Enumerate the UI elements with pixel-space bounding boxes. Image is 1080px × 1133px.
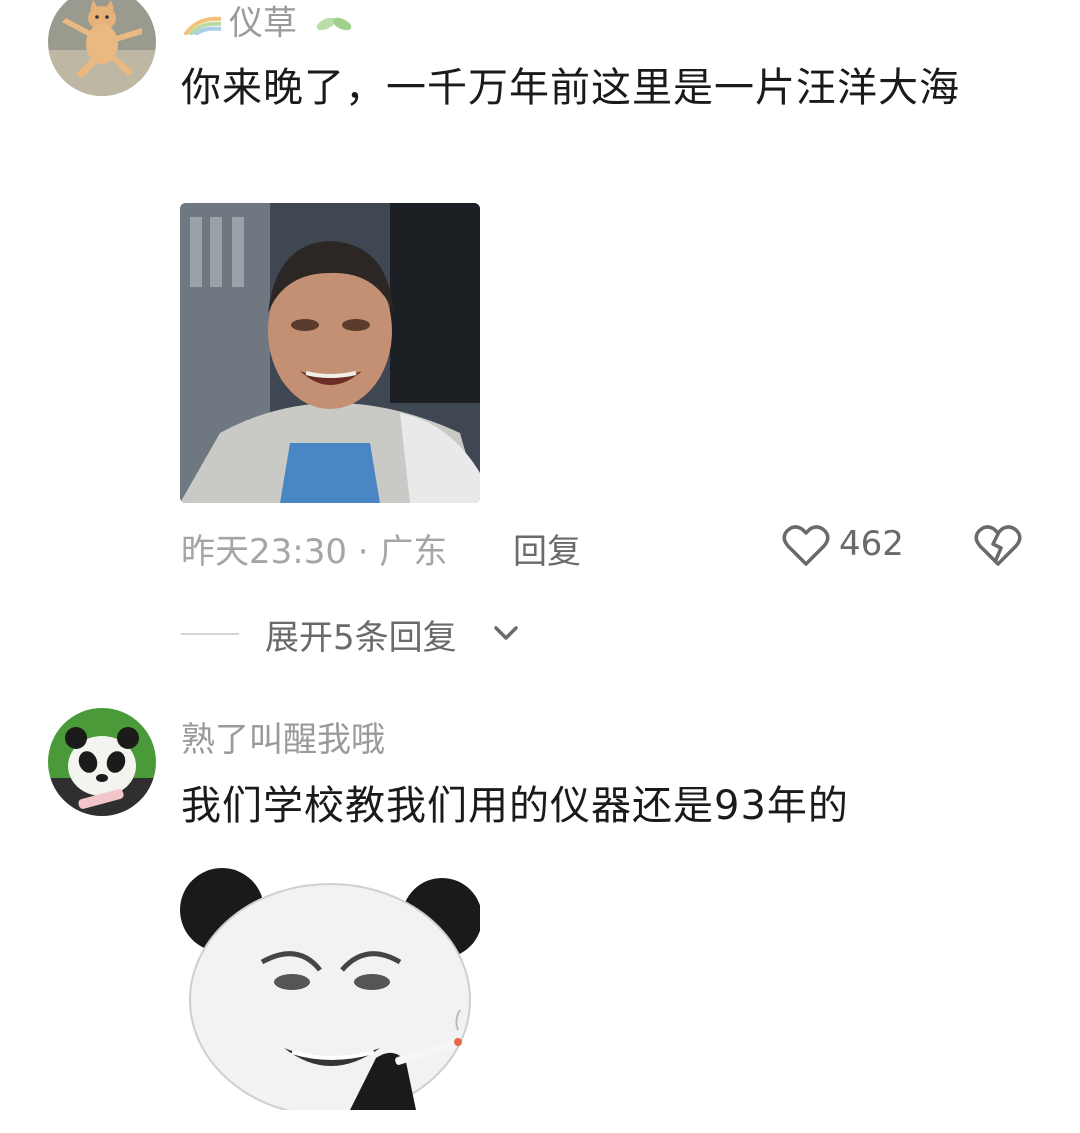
cat-avatar-icon: [48, 0, 156, 96]
comment-text: 你来晚了，一千万年前这里是一片汪洋大海: [181, 65, 960, 111]
expand-replies[interactable]: 展开5条回复: [181, 610, 681, 658]
reply-button[interactable]: 回复: [513, 524, 581, 573]
panda-face-sticker: [180, 852, 480, 1110]
username-text: 仪草: [229, 3, 297, 44]
expand-replies-label: 展开5条回复: [265, 618, 457, 658]
panda-avatar-icon: [48, 708, 156, 816]
comment-text: 我们学校教我们用的仪器还是93年的: [181, 783, 849, 829]
rainbow-badge-icon: [181, 4, 223, 44]
like-count: 462: [839, 524, 904, 564]
chevron-down-icon: [494, 626, 518, 640]
comment-time-location: 昨天23:30 · 广东: [181, 532, 448, 572]
comment-sticker[interactable]: [180, 852, 480, 1110]
user-avatar[interactable]: [48, 708, 156, 816]
broken-heart-icon[interactable]: [973, 522, 1023, 568]
leaf-badge-icon: [314, 4, 354, 44]
crying-man-sticker: [180, 203, 480, 503]
username[interactable]: 仪草: [181, 2, 354, 44]
comment-sticker[interactable]: [180, 203, 480, 503]
user-avatar[interactable]: [48, 0, 156, 96]
like-button[interactable]: 462: [781, 520, 921, 570]
comment-actions: 昨天23:30 · 广东 回复 462: [181, 520, 1041, 573]
divider: [181, 633, 239, 635]
username[interactable]: 熟了叫醒我哦: [181, 720, 385, 760]
heart-icon: [782, 525, 830, 566]
